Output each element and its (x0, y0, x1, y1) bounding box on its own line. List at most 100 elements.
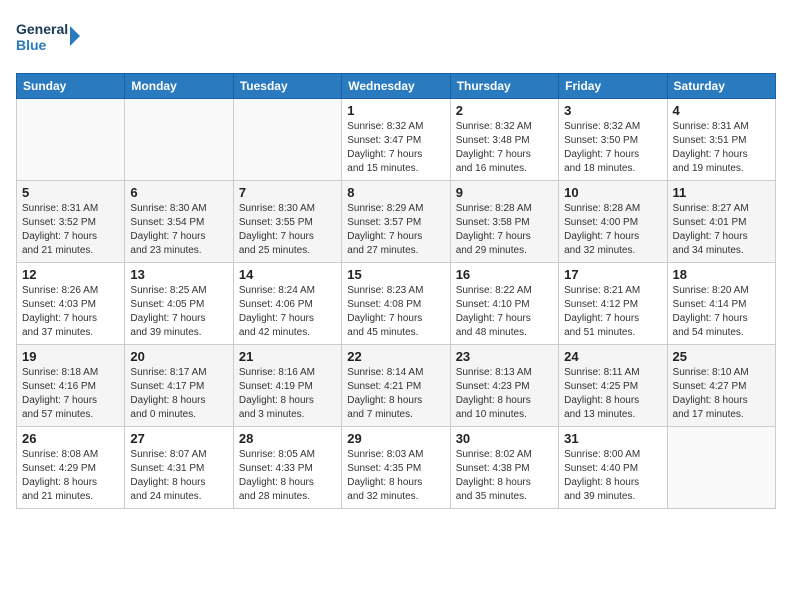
calendar-cell: 19Sunrise: 8:18 AMSunset: 4:16 PMDayligh… (17, 345, 125, 427)
page-header: GeneralBlue (16, 16, 776, 61)
day-info-line: Sunset: 4:21 PM (347, 380, 444, 394)
day-info-line: Sunrise: 8:22 AM (456, 284, 553, 298)
day-info-line: Sunrise: 8:17 AM (130, 366, 227, 380)
calendar-cell: 20Sunrise: 8:17 AMSunset: 4:17 PMDayligh… (125, 345, 233, 427)
day-info-line: Daylight: 7 hours (347, 312, 444, 326)
calendar-cell: 6Sunrise: 8:30 AMSunset: 3:54 PMDaylight… (125, 181, 233, 263)
calendar-cell: 30Sunrise: 8:02 AMSunset: 4:38 PMDayligh… (450, 427, 558, 509)
day-info-line: Sunrise: 8:00 AM (564, 448, 661, 462)
day-info-line: Sunrise: 8:24 AM (239, 284, 336, 298)
day-number: 13 (130, 267, 227, 282)
day-info-line: Daylight: 7 hours (347, 148, 444, 162)
day-info-line: Daylight: 7 hours (564, 312, 661, 326)
day-info-line: and 48 minutes. (456, 326, 553, 340)
week-row-2: 5Sunrise: 8:31 AMSunset: 3:52 PMDaylight… (17, 181, 776, 263)
day-info-line: Daylight: 7 hours (673, 148, 770, 162)
day-info-line: Sunset: 4:17 PM (130, 380, 227, 394)
day-info-line: and 51 minutes. (564, 326, 661, 340)
calendar-cell: 2Sunrise: 8:32 AMSunset: 3:48 PMDaylight… (450, 99, 558, 181)
day-info-line: Sunrise: 8:16 AM (239, 366, 336, 380)
day-info-line: and 21 minutes. (22, 244, 119, 258)
day-number: 17 (564, 267, 661, 282)
day-info-line: Sunrise: 8:30 AM (239, 202, 336, 216)
calendar-cell: 9Sunrise: 8:28 AMSunset: 3:58 PMDaylight… (450, 181, 558, 263)
day-info-line: Sunset: 4:27 PM (673, 380, 770, 394)
day-number: 7 (239, 185, 336, 200)
day-info-line: Daylight: 8 hours (22, 476, 119, 490)
calendar-cell: 21 Sunrise: 8:16 AMSunset: 4:19 PMDayligh… (233, 345, 341, 427)
day-info-line: and 21 minutes. (22, 490, 119, 504)
svg-text:General: General (16, 21, 68, 37)
day-info-line: Sunrise: 8:29 AM (347, 202, 444, 216)
day-info-line: and 32 minutes. (564, 244, 661, 258)
day-number: 2 (456, 103, 553, 118)
day-info-line: Daylight: 8 hours (130, 476, 227, 490)
day-info-line: Sunset: 3:50 PM (564, 134, 661, 148)
day-info-line: Daylight: 7 hours (456, 312, 553, 326)
svg-text:Blue: Blue (16, 37, 47, 53)
day-info-line: Sunset: 4:08 PM (347, 298, 444, 312)
day-info-line: and 18 minutes. (564, 162, 661, 176)
logo-svg: GeneralBlue (16, 16, 86, 61)
logo: GeneralBlue (16, 16, 86, 61)
day-info-line: Sunrise: 8:02 AM (456, 448, 553, 462)
calendar-cell: 29Sunrise: 8:03 AMSunset: 4:35 PMDayligh… (342, 427, 450, 509)
day-info-line: Daylight: 8 hours (239, 394, 336, 408)
day-info-line: Sunset: 4:10 PM (456, 298, 553, 312)
day-number: 11 (673, 185, 770, 200)
day-info-line: Sunrise: 8:31 AM (673, 120, 770, 134)
day-info-line: Sunset: 4:35 PM (347, 462, 444, 476)
day-info-line: and 37 minutes. (22, 326, 119, 340)
week-row-3: 12Sunrise: 8:26 AMSunset: 4:03 PMDayligh… (17, 263, 776, 345)
day-info-line: Sunrise: 8:14 AM (347, 366, 444, 380)
day-info-line: Sunset: 4:14 PM (673, 298, 770, 312)
day-number: 24 (564, 349, 661, 364)
day-info-line: and 57 minutes. (22, 408, 119, 422)
calendar-cell: 28Sunrise: 8:05 AMSunset: 4:33 PMDayligh… (233, 427, 341, 509)
day-info-line: Sunrise: 8:03 AM (347, 448, 444, 462)
day-info-line: and 0 minutes. (130, 408, 227, 422)
day-info-line: Sunset: 3:58 PM (456, 216, 553, 230)
calendar-cell: 11Sunrise: 8:27 AMSunset: 4:01 PMDayligh… (667, 181, 775, 263)
day-info-line: Daylight: 7 hours (22, 394, 119, 408)
day-info-line: Sunset: 3:47 PM (347, 134, 444, 148)
calendar-cell: 13Sunrise: 8:25 AMSunset: 4:05 PMDayligh… (125, 263, 233, 345)
weekday-header-sunday: Sunday (17, 74, 125, 99)
day-info-line: Sunrise: 8:05 AM (239, 448, 336, 462)
calendar-body: 1Sunrise: 8:32 AMSunset: 3:47 PMDaylight… (17, 99, 776, 509)
day-info-line: Daylight: 8 hours (347, 476, 444, 490)
calendar-cell: 16Sunrise: 8:22 AMSunset: 4:10 PMDayligh… (450, 263, 558, 345)
day-number: 1 (347, 103, 444, 118)
day-info-line: and 13 minutes. (564, 408, 661, 422)
day-info-line: Sunset: 4:01 PM (673, 216, 770, 230)
day-number: 21 (239, 349, 336, 364)
day-number: 4 (673, 103, 770, 118)
day-info-line: and 42 minutes. (239, 326, 336, 340)
calendar-cell: 24Sunrise: 8:11 AMSunset: 4:25 PMDayligh… (559, 345, 667, 427)
day-info-line: Sunset: 4:03 PM (22, 298, 119, 312)
calendar-cell: 18Sunrise: 8:20 AMSunset: 4:14 PMDayligh… (667, 263, 775, 345)
day-info-line: Sunrise: 8:28 AM (564, 202, 661, 216)
calendar-cell (125, 99, 233, 181)
day-info-line: Sunset: 4:06 PM (239, 298, 336, 312)
day-number: 12 (22, 267, 119, 282)
day-number: 15 (347, 267, 444, 282)
week-row-1: 1Sunrise: 8:32 AMSunset: 3:47 PMDaylight… (17, 99, 776, 181)
day-info-line: Sunrise: 8:32 AM (564, 120, 661, 134)
weekday-header-tuesday: Tuesday (233, 74, 341, 99)
day-info-line: Sunrise: 8:21 AM (564, 284, 661, 298)
day-number: 26 (22, 431, 119, 446)
day-info-line: and 34 minutes. (673, 244, 770, 258)
calendar-cell (233, 99, 341, 181)
weekday-header-monday: Monday (125, 74, 233, 99)
day-info-line: Sunrise: 8:28 AM (456, 202, 553, 216)
day-info-line: Sunset: 3:51 PM (673, 134, 770, 148)
day-info-line: Daylight: 8 hours (456, 476, 553, 490)
day-info-line: Daylight: 7 hours (239, 230, 336, 244)
day-number: 9 (456, 185, 553, 200)
day-number: 28 (239, 431, 336, 446)
day-info-line: Sunset: 4:29 PM (22, 462, 119, 476)
day-info-line: Daylight: 8 hours (239, 476, 336, 490)
day-info-line: Sunset: 4:19 PM (239, 380, 336, 394)
calendar-cell: 27Sunrise: 8:07 AMSunset: 4:31 PMDayligh… (125, 427, 233, 509)
